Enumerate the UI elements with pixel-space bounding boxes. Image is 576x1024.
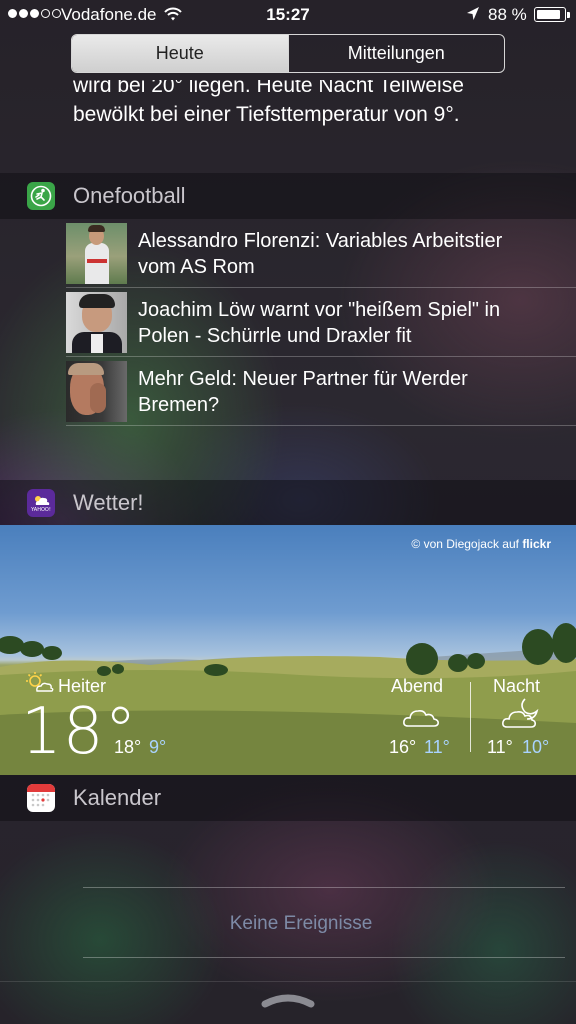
cloud-moon-icon [501,697,541,734]
tab-heute[interactable]: Heute [72,35,288,72]
onefootball-icon [27,182,55,210]
night-low: 10° [522,737,550,757]
onefootball-title: Onefootball [73,183,186,208]
kalender-title: Kalender [73,785,162,810]
news-title-line-1: Joachim Löw warnt vor "heißem Spiel" in [138,298,501,321]
weather-summary-line-1: wird bei 20° liegen. Heute Nacht Teilwei… [73,80,464,97]
battery-nub [567,12,570,18]
photo-credit-text: © von Diegojack auf [411,537,519,551]
kalender-header[interactable]: Kalender [0,775,576,821]
current-high: 18° [114,737,142,757]
evening-high: 16° [389,737,417,757]
footer-divider [0,981,576,982]
weather-summary-line-2: bewölkt bei einer Tiefsttemperatur von 9… [73,103,460,126]
location-arrow-icon [466,6,480,27]
news-thumbnail [66,292,127,353]
night-label: Nacht [493,676,541,696]
news-item-2[interactable]: Joachim Löw warnt vor "heißem Spiel" in … [66,289,576,357]
onefootball-header[interactable]: Onefootball [0,173,576,219]
news-title-line-2: Bremen? [138,393,220,416]
tab-mitteilungen[interactable]: Mitteilungen [287,35,505,72]
no-events-text: Keine Ereignisse [229,913,373,934]
calendar-icon [27,784,55,812]
current-low: 9° [149,737,167,757]
night-high: 11° [487,737,513,757]
yahoo-icon-label: YAHOO! [31,507,51,513]
wetter-header[interactable]: YAHOO! Wetter! [0,480,576,526]
battery-icon [534,7,566,22]
photo-credit[interactable]: © von Diegojack auf flickr [411,537,551,551]
yahoo-weather-icon: YAHOO! [27,489,55,517]
calendar-divider-bottom [83,957,565,958]
wetter-title: Wetter! [73,490,144,515]
news-thumbnail [66,361,127,422]
grabber-icon[interactable] [259,990,317,1015]
news-item-1[interactable]: Alessandro Florenzi: Variables Arbeitsti… [66,220,576,288]
news-title-line-2: Polen - Schürrle und Draxler fit [138,324,412,347]
news-title-line-1: Alessandro Florenzi: Variables Arbeitsti… [138,229,503,252]
evening-label: Abend [391,676,444,696]
partly-sunny-icon [23,671,55,698]
news-title-line-2: vom AS Rom [138,255,255,278]
weather-summary-text: wird bei 20° liegen. Heute Nacht Teilwei… [73,80,553,129]
calendar-divider-top [83,887,565,888]
current-condition: Heiter [58,676,107,696]
forecast-divider [470,682,471,752]
cloud-icon [402,704,440,733]
flickr-brand: flickr [522,537,551,551]
news-item-3[interactable]: Mehr Geld: Neuer Partner für Werder Brem… [66,358,576,426]
news-title-line-1: Mehr Geld: Neuer Partner für Werder [138,367,468,390]
evening-low: 11° [424,737,450,757]
battery-percentage: 88 % [488,5,527,24]
status-bar: Vodafone.de 15:27 88 % [0,0,576,30]
weather-widget[interactable]: © von Diegojack auf flickr Heiter 18° 18… [0,525,576,775]
news-thumbnail [66,223,127,284]
today-notifications-switch: Heute Mitteilungen [71,34,505,73]
